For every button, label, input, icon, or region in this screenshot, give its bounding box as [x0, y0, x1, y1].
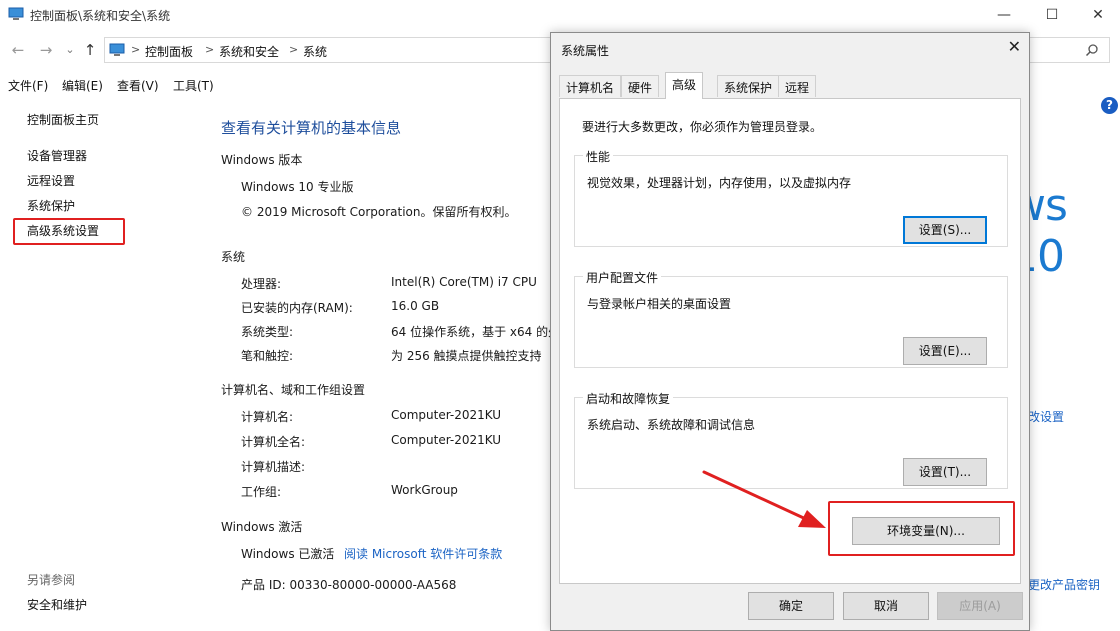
help-icon[interactable]: ? [1101, 97, 1118, 114]
activation-status: Windows 已激活 [241, 547, 335, 561]
breadcrumb-separator: > [289, 43, 299, 56]
user-profiles-group-desc: 与登录帐户相关的桌面设置 [587, 297, 732, 311]
change-product-key-link[interactable]: 更改产品密钥 [1028, 576, 1100, 593]
tab-advanced[interactable]: 高级 [665, 72, 704, 99]
performance-settings-button[interactable]: 设置(S)... [903, 216, 987, 244]
security-maintenance-link[interactable]: 安全和维护 [27, 596, 87, 613]
recent-locations-chevron-icon[interactable]: ⌄ [60, 40, 80, 60]
change-settings-link[interactable]: 改设置 [1028, 408, 1064, 425]
see-also-title: 另请参阅 [27, 573, 76, 587]
system-type-label: 系统类型: [241, 325, 294, 339]
computer-icon [109, 43, 125, 56]
device-manager-link[interactable]: 设备管理器 [27, 147, 87, 164]
cancel-button[interactable]: 取消 [843, 592, 929, 620]
dialog-title: 系统属性 [561, 44, 610, 58]
user-profiles-group-label: 用户配置文件 [583, 269, 662, 286]
performance-group-label: 性能 [583, 148, 614, 165]
edition-value: Windows 10 专业版 [241, 180, 354, 194]
tab-computer-name[interactable]: 计算机名 [559, 75, 622, 97]
computer-description-label: 计算机描述: [241, 460, 306, 474]
workgroup-value: WorkGroup [391, 483, 458, 497]
remote-settings-link[interactable]: 远程设置 [27, 172, 75, 189]
breadcrumb-separator: > [205, 43, 215, 56]
processor-value: Intel(R) Core(TM) i7 CPU [391, 275, 537, 289]
full-computer-name-value: Computer-2021KU [391, 433, 502, 447]
copyright-text: © 2019 Microsoft Corporation。保留所有权利。 [241, 205, 517, 219]
page-title: 查看有关计算机的基本信息 [221, 119, 402, 137]
tab-hardware[interactable]: 硬件 [621, 75, 660, 97]
system-protection-link[interactable]: 系统保护 [27, 197, 75, 214]
performance-group-desc: 视觉效果，处理器计划，内存使用，以及虚拟内存 [587, 176, 852, 190]
startup-recovery-settings-button[interactable]: 设置(T)... [903, 458, 987, 486]
pen-touch-value: 为 256 触摸点提供触控支持 [391, 349, 542, 363]
ok-button[interactable]: 确定 [748, 592, 834, 620]
processor-label: 处理器: [241, 277, 282, 291]
computer-name-value: Computer-2021KU [391, 408, 502, 422]
admin-note: 要进行大多数更改，你必须作为管理员登录。 [582, 120, 823, 134]
control-panel-home-link[interactable]: 控制面板主页 [27, 111, 99, 128]
minimize-button[interactable]: — [990, 4, 1018, 26]
performance-group: 性能 视觉效果，处理器计划，内存使用，以及虚拟内存 设置(S)... [574, 148, 1008, 247]
user-profiles-settings-button[interactable]: 设置(E)... [903, 337, 987, 365]
title-bar: 控制面板\系统和安全\系统 — ☐ ✕ [0, 0, 1120, 30]
activation-section-title: Windows 激活 [221, 520, 303, 534]
workgroup-label: 工作组: [241, 485, 282, 499]
forward-arrow-icon[interactable]: → [36, 40, 56, 60]
up-arrow-icon[interactable]: ↑ [80, 40, 100, 60]
ram-label: 已安装的内存(RAM): [241, 301, 353, 315]
apply-button[interactable]: 应用(A) [937, 592, 1023, 620]
computer-section-title: 计算机名、域和工作组设置 [221, 383, 366, 397]
window-title: 控制面板\系统和安全\系统 [30, 9, 171, 23]
maximize-button[interactable]: ☐ [1038, 4, 1066, 26]
product-id: 产品 ID: 00330-80000-00000-AA568 [241, 578, 457, 592]
license-terms-link[interactable]: 阅读 Microsoft 软件许可条款 [344, 545, 502, 562]
breadcrumb-system-security[interactable]: 系统和安全 [219, 43, 279, 60]
close-window-button[interactable]: ✕ [1084, 4, 1112, 26]
menu-file[interactable]: 文件(F) [8, 77, 48, 94]
menu-tools[interactable]: 工具(T) [173, 77, 214, 94]
startup-recovery-group-desc: 系统启动、系统故障和调试信息 [587, 418, 756, 432]
ram-value: 16.0 GB [391, 299, 440, 313]
computer-icon [8, 7, 24, 20]
user-profiles-group: 用户配置文件 与登录帐户相关的桌面设置 设置(E)... [574, 269, 1008, 368]
system-section-title: 系统 [221, 250, 246, 264]
menu-edit[interactable]: 编辑(E) [62, 77, 103, 94]
full-computer-name-label: 计算机全名: [241, 435, 306, 449]
system-type-value: 64 位操作系统，基于 x64 的处 [391, 325, 561, 339]
menu-view[interactable]: 查看(V) [117, 77, 159, 94]
computer-name-label: 计算机名: [241, 410, 294, 424]
tab-system-protection[interactable]: 系统保护 [717, 75, 780, 97]
startup-recovery-group-label: 启动和故障恢复 [583, 390, 674, 407]
breadcrumb-control-panel[interactable]: 控制面板 [145, 43, 193, 60]
highlight-box-advanced-settings [13, 218, 125, 245]
back-arrow-icon[interactable]: ← [8, 40, 28, 60]
breadcrumb-separator: > [131, 43, 141, 56]
breadcrumb-system[interactable]: 系统 [303, 43, 327, 60]
search-icon[interactable] [1085, 43, 1099, 57]
startup-recovery-group: 启动和故障恢复 系统启动、系统故障和调试信息 设置(T)... [574, 390, 1008, 489]
pen-touch-label: 笔和触控: [241, 349, 294, 363]
tab-remote[interactable]: 远程 [778, 75, 817, 97]
highlight-box-environment-variables [828, 501, 1015, 556]
edition-section-title: Windows 版本 [221, 153, 303, 167]
dialog-close-button[interactable]: ✕ [1008, 37, 1021, 56]
